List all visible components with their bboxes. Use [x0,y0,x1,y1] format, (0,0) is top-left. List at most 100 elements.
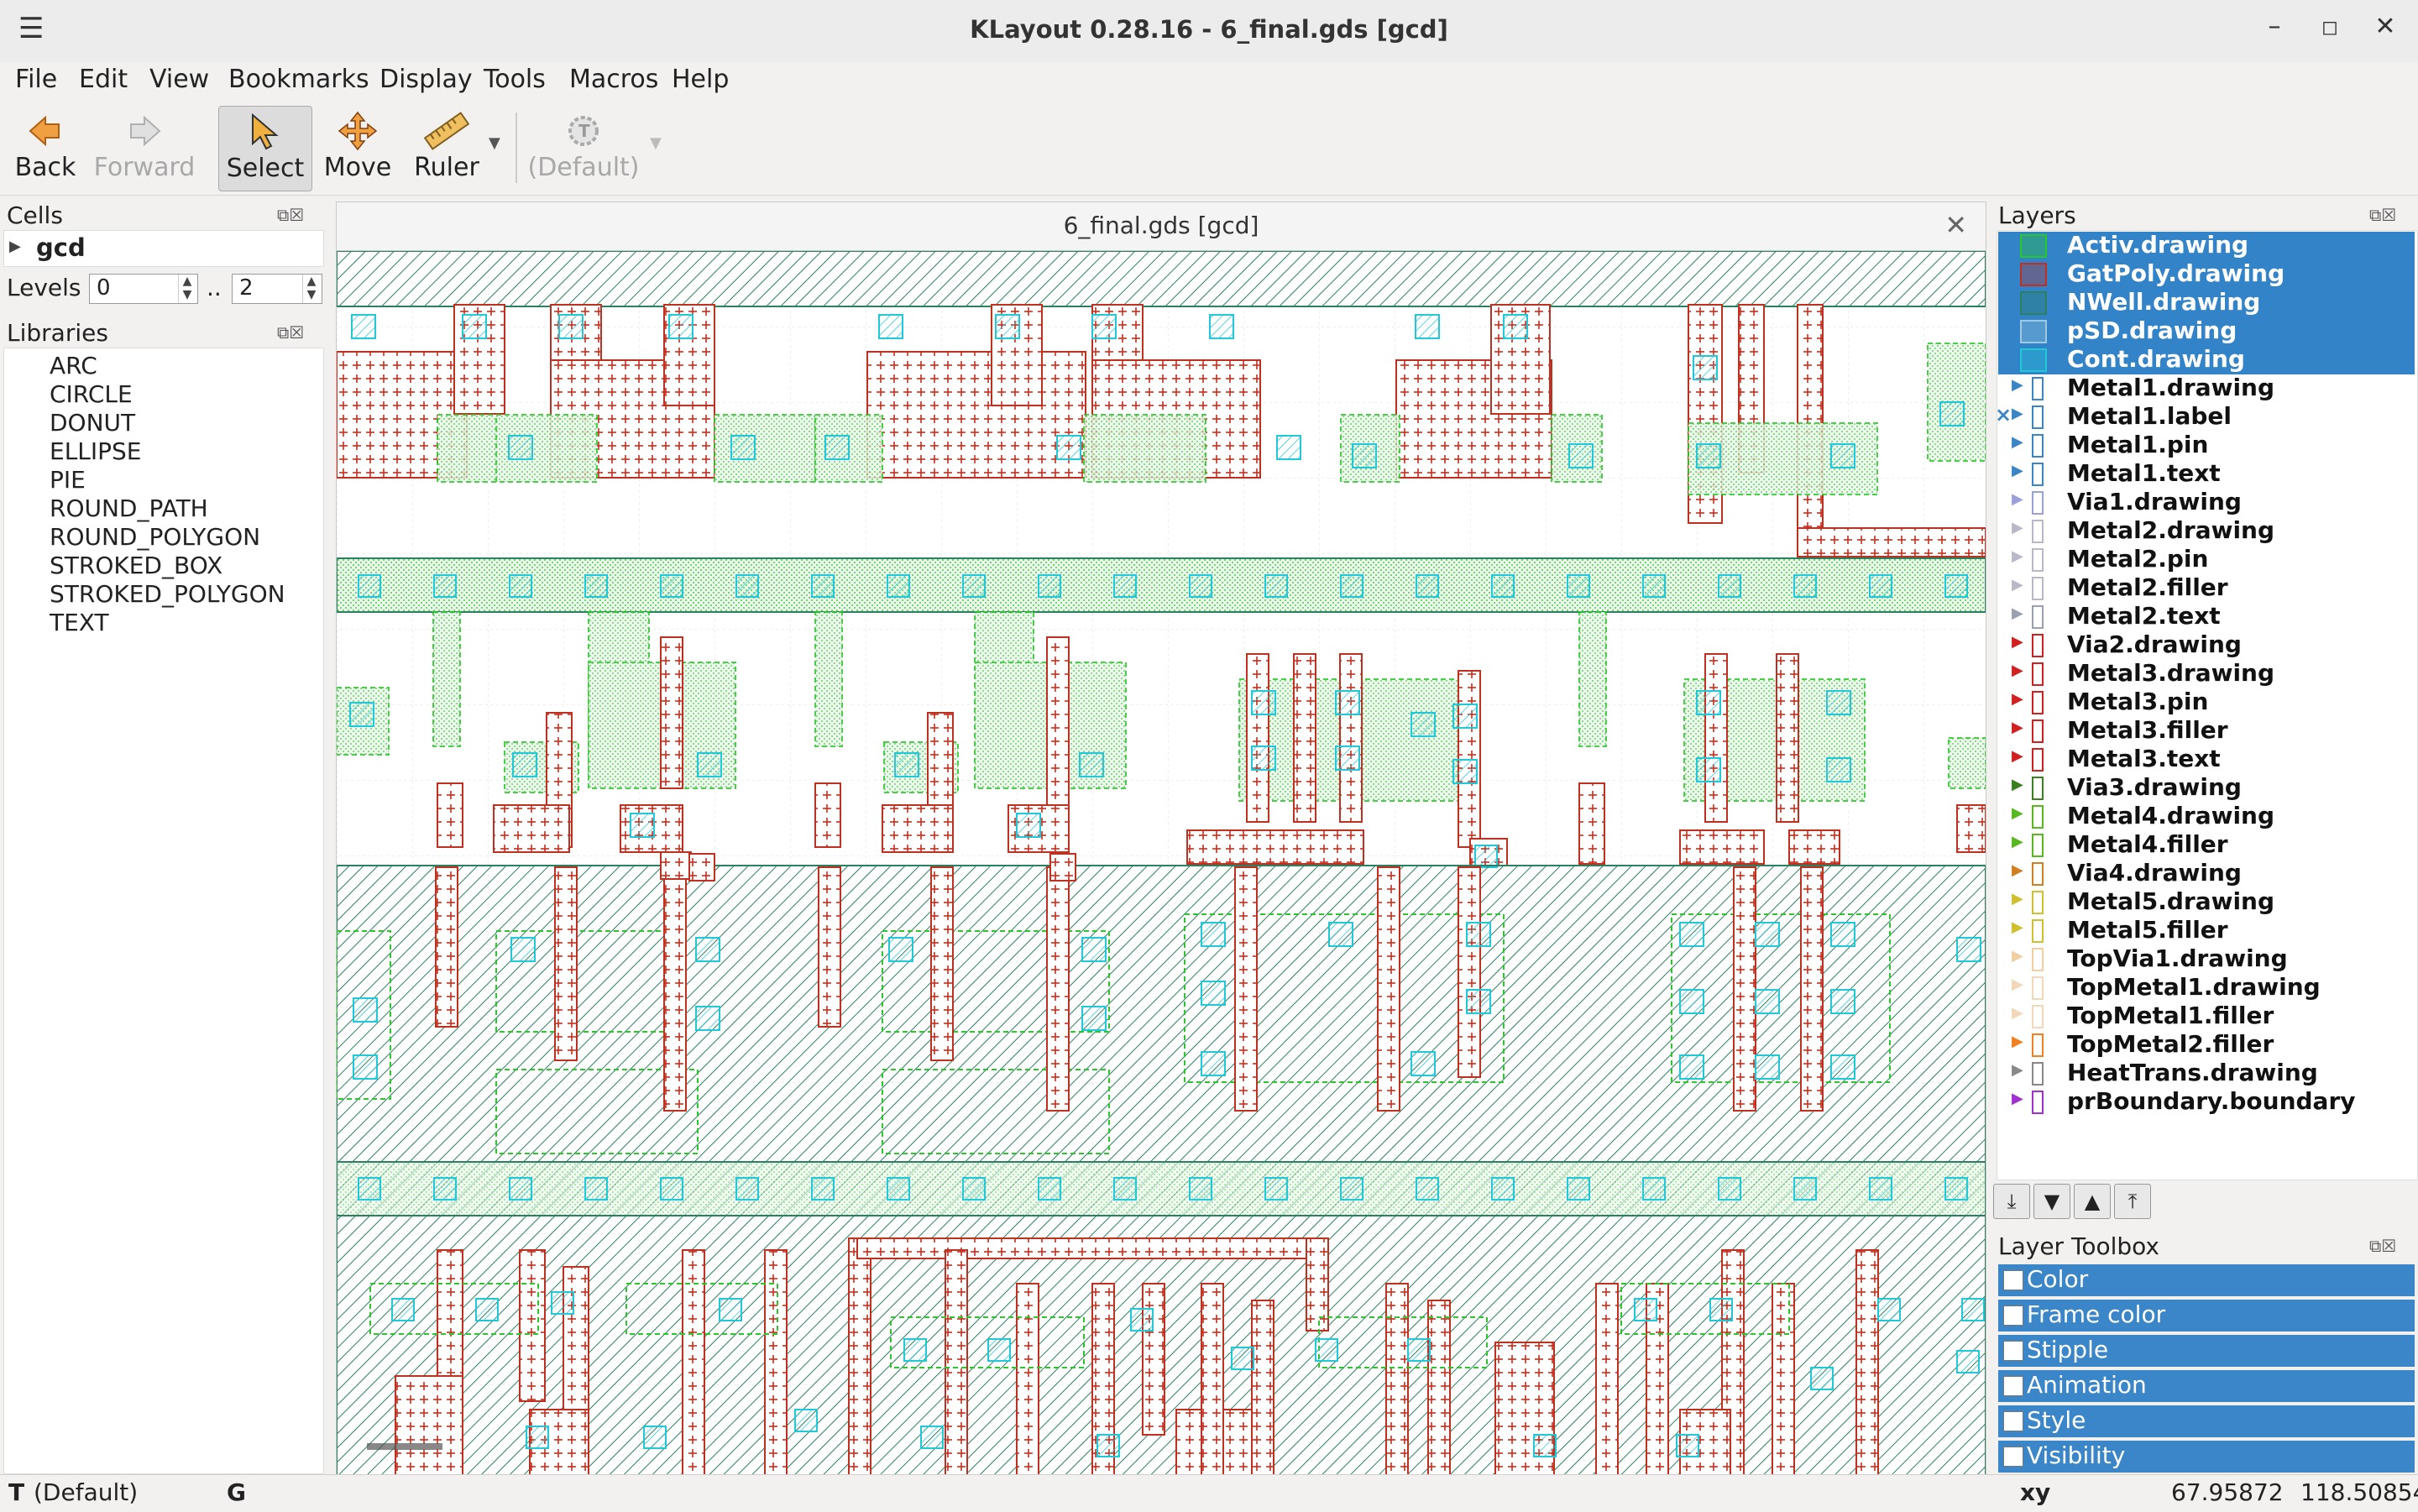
forward-button[interactable]: Forward [92,106,196,190]
layer-row[interactable]: ▶ Metal5.drawing [1998,887,2415,917]
layer-expand-icon[interactable]: ▶ [2012,776,2023,793]
layer-row[interactable]: pSD.drawing [1998,317,2415,346]
layer-row[interactable]: ▶ Metal1.drawing [1998,374,2415,403]
layer-row[interactable]: ▶ Via1.drawing [1998,488,2415,517]
layer-expand-icon[interactable]: ▶ [2012,976,2023,993]
move-layer-top-button[interactable]: ⤒ [2114,1184,2151,1219]
layer-expand-icon[interactable]: ▶ [2012,490,2023,508]
layer-row[interactable]: ▶ TopMetal2.filler [1998,1030,2415,1059]
library-item[interactable]: ARC [50,352,97,379]
move-layer-up-button[interactable]: ▲ [2074,1184,2111,1219]
menu-help[interactable]: Help [672,65,729,94]
close-tab-icon[interactable]: ✕ [1944,209,1967,241]
layer-expand-icon[interactable]: ▶ [2012,1033,2023,1050]
checkbox-icon[interactable] [2003,1341,2023,1361]
checkbox-icon[interactable] [2003,1305,2023,1326]
toolbox-style[interactable]: Style [1998,1405,2415,1437]
layer-row[interactable]: Activ.drawing [1998,231,2415,260]
library-item[interactable]: PIE [50,466,86,494]
layer-expand-icon[interactable]: ▶ [2012,1004,2023,1022]
checkbox-icon[interactable] [2003,1270,2023,1290]
layer-toolbox-dock-buttons-icon[interactable]: ⧉☒ [2369,1236,2396,1256]
minimize-button[interactable]: – [2253,12,2295,41]
menu-view[interactable]: View [149,65,209,94]
select-button[interactable]: Select [218,106,312,191]
layer-row[interactable]: Cont.drawing [1998,345,2415,374]
toolbox-stipple[interactable]: Stipple [1998,1335,2415,1367]
layer-row[interactable]: ▶ TopVia1.drawing [1998,944,2415,974]
layer-expand-icon[interactable]: ▶ [2012,462,2023,479]
layer-row[interactable]: NWell.drawing [1998,288,2415,317]
back-button[interactable]: Back [10,106,81,190]
layer-expand-icon[interactable]: ▶ [2012,1061,2023,1079]
levels-from-spinbox[interactable]: 0 ▲ ▼ [89,274,198,304]
layer-expand-icon[interactable]: ▶ [2012,690,2023,708]
move-layer-bottom-button[interactable]: ⤓ [1993,1184,2030,1219]
layer-row[interactable]: ▶ Metal1.pin [1998,431,2415,460]
library-item[interactable]: STROKED_BOX [50,552,222,579]
layer-row[interactable]: ▶ Via3.drawing [1998,773,2415,803]
layout-canvas[interactable] [336,250,1986,1476]
layer-row[interactable]: ▶ Metal2.drawing [1998,516,2415,546]
layer-row[interactable]: ▶ Metal3.pin [1998,688,2415,717]
toolbox-animation[interactable]: Animation [1998,1370,2415,1402]
library-item[interactable]: DONUT [50,409,135,437]
layer-expand-icon[interactable]: ▶ [2012,890,2023,908]
menu-macros[interactable]: Macros [569,65,658,94]
menu-tools[interactable]: Tools [484,65,546,94]
toolbox-color[interactable]: Color [1998,1264,2415,1296]
library-item[interactable]: ROUND_POLYGON [50,523,260,551]
layer-row[interactable]: GatPoly.drawing [1998,259,2415,289]
cells-dock-buttons-icon[interactable]: ⧉☒ [277,205,304,225]
layer-expand-icon[interactable]: ▶ [2012,376,2023,394]
layer-expand-icon[interactable]: ▶ [2012,405,2023,422]
layer-row[interactable]: ▶ Metal3.drawing [1998,659,2415,688]
layer-expand-icon[interactable]: ▶ [2012,861,2023,879]
layer-row[interactable]: ▶ HeatTrans.drawing [1998,1059,2415,1088]
library-item[interactable]: CIRCLE [50,380,133,408]
layer-expand-icon[interactable]: ▶ [2012,547,2023,565]
spin-arrows-icon[interactable]: ▲ ▼ [178,275,196,303]
ruler-dropdown-icon[interactable]: ▼ [489,134,500,152]
layer-row[interactable]: ▶ TopMetal1.filler [1998,1002,2415,1031]
library-item[interactable]: ROUND_PATH [50,494,208,522]
menu-display[interactable]: Display [379,65,473,94]
library-item[interactable]: TEXT [50,609,109,636]
library-item[interactable]: ELLIPSE [50,437,142,465]
close-button[interactable]: ✕ [2364,12,2406,41]
layer-expand-icon[interactable]: ▶ [2012,833,2023,850]
layer-expand-icon[interactable]: ▶ [2012,662,2023,679]
layer-expand-icon[interactable]: ▶ [2012,1090,2023,1107]
menu-edit[interactable]: Edit [79,65,128,94]
layers-dock-buttons-icon[interactable]: ⧉☒ [2369,205,2396,225]
layer-row[interactable]: ▶ Metal5.filler [1998,916,2415,945]
layer-expand-icon[interactable]: ▶ [2012,918,2023,936]
spin-arrows-icon[interactable]: ▲ ▼ [302,275,320,303]
layer-row[interactable]: ▶ Metal1.text [1998,459,2415,489]
layer-expand-icon[interactable]: ▶ [2012,433,2023,451]
checkbox-icon[interactable] [2003,1376,2023,1396]
menu-file[interactable]: File [15,65,57,94]
layer-row[interactable]: ▶ Metal2.text [1998,602,2415,631]
move-layer-down-button[interactable]: ▼ [2033,1184,2070,1219]
layer-row[interactable]: ▶ Metal3.text [1998,745,2415,774]
layer-row[interactable]: ▶ Metal3.filler [1998,716,2415,746]
layer-expand-icon[interactable]: ▶ [2012,804,2023,822]
default-mode-button[interactable]: T (Default) [527,106,640,190]
layer-hidden-icon[interactable]: × [1995,403,2012,426]
layer-expand-icon[interactable]: ▶ [2012,576,2023,594]
layer-expand-icon[interactable]: ▶ [2012,747,2023,765]
layer-expand-icon[interactable]: ▶ [2012,947,2023,965]
ruler-button[interactable]: Ruler [408,106,485,190]
layer-expand-icon[interactable]: ▶ [2012,519,2023,536]
layer-row[interactable]: ▶ Via4.drawing [1998,859,2415,888]
layer-expand-icon[interactable]: ▶ [2012,719,2023,736]
layer-row[interactable]: ▶ TopMetal1.drawing [1998,973,2415,1002]
layer-row[interactable]: ▶ × Metal1.label [1995,402,2415,432]
menu-bookmarks[interactable]: Bookmarks [228,65,369,94]
levels-to-spinbox[interactable]: 2 ▲ ▼ [232,274,322,304]
layer-row[interactable]: ▶ Via2.drawing [1998,630,2415,660]
layer-row[interactable]: ▶ Metal2.pin [1998,545,2415,574]
layer-row[interactable]: ▶ Metal2.filler [1998,573,2415,603]
layer-expand-icon[interactable]: ▶ [2012,633,2023,651]
